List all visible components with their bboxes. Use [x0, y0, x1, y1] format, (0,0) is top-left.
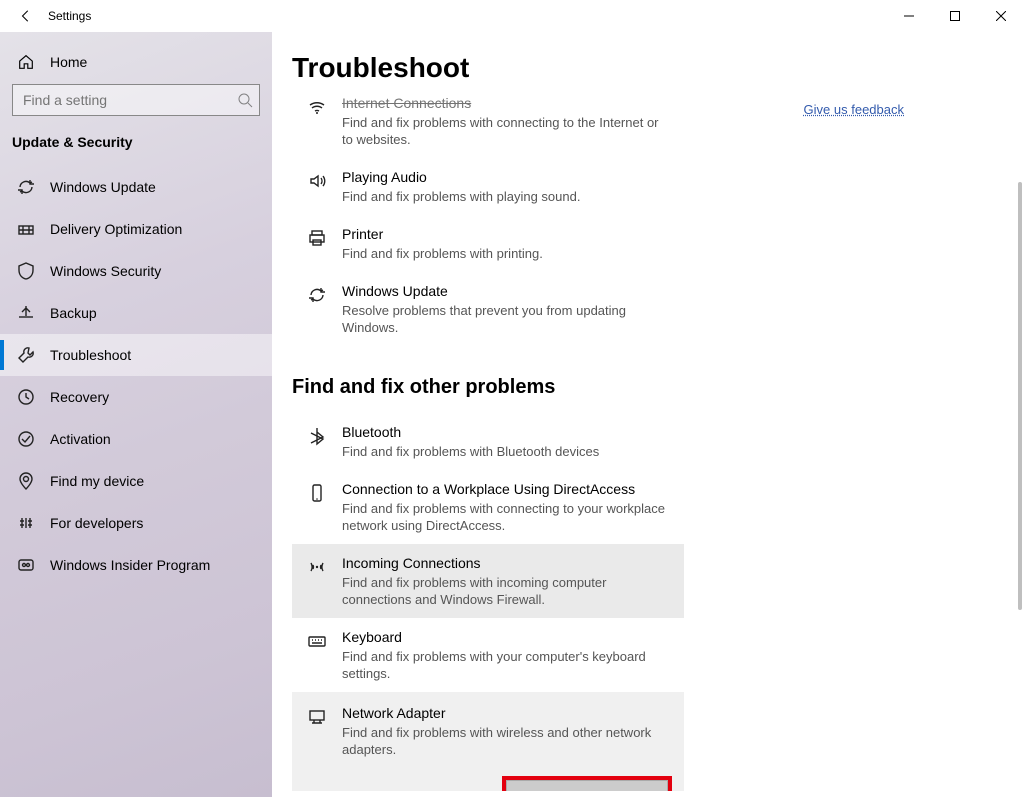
troubleshooter-title: Windows Update [342, 282, 672, 300]
printer-icon [304, 225, 330, 251]
troubleshooter-title: Bluetooth [342, 423, 672, 441]
search-input[interactable] [23, 92, 237, 108]
sidebar-item-for-developers[interactable]: For developers [0, 502, 272, 544]
developers-icon [16, 513, 36, 533]
sidebar-item-label: For developers [50, 515, 143, 531]
troubleshooter-title: Network Adapter [342, 704, 672, 722]
shield-icon [16, 261, 36, 281]
troubleshooter-title: Keyboard [342, 628, 672, 646]
titlebar: Settings [0, 0, 1024, 32]
keyboard-icon [304, 628, 330, 654]
wrench-icon [16, 345, 36, 365]
sidebar-item-label: Activation [50, 431, 111, 447]
troubleshooter-item[interactable]: Bluetooth Find and fix problems with Blue… [292, 413, 684, 470]
delivery-icon [16, 219, 36, 239]
backup-icon [16, 303, 36, 323]
sidebar-item-windows-security[interactable]: Windows Security [0, 250, 272, 292]
other-problems-heading: Find and fix other problems [292, 376, 1004, 399]
close-icon [996, 11, 1006, 21]
content-pane: Troubleshoot Give us feedback Internet C… [272, 32, 1024, 797]
sidebar-item-label: Windows Update [50, 179, 156, 195]
sidebar-item-label: Delivery Optimization [50, 221, 182, 237]
minimize-icon [904, 11, 914, 21]
troubleshooter-desc: Find and fix problems with wireless and … [342, 724, 672, 758]
insider-icon [16, 555, 36, 575]
window-title: Settings [48, 9, 91, 23]
troubleshooter-desc: Find and fix problems with playing sound… [342, 188, 672, 205]
sidebar-item-activation[interactable]: Activation [0, 418, 272, 460]
troubleshooter-title: Connection to a Workplace Using DirectAc… [342, 480, 672, 498]
troubleshooter-item[interactable]: Printer Find and fix problems with printi… [292, 215, 684, 272]
troubleshooter-desc: Find and fix problems with connecting to… [342, 114, 672, 148]
run-troubleshooter-button[interactable]: Run the troubleshooter [506, 780, 668, 791]
troubleshooter-desc: Find and fix problems with connecting to… [342, 500, 672, 534]
sidebar-item-recovery[interactable]: Recovery [0, 376, 272, 418]
troubleshooter-desc: Find and fix problems with your computer… [342, 648, 672, 682]
close-button[interactable] [978, 0, 1024, 32]
arrow-left-icon [19, 9, 33, 23]
home-label: Home [50, 54, 87, 70]
search-icon [237, 92, 253, 108]
phone-icon [304, 480, 330, 506]
location-icon [16, 471, 36, 491]
troubleshooter-desc: Find and fix problems with incoming comp… [342, 574, 672, 608]
troubleshooter-title: Incoming Connections [342, 554, 672, 572]
page-title: Troubleshoot [292, 52, 1024, 84]
sidebar-item-label: Recovery [50, 389, 109, 405]
sidebar-item-delivery-optimization[interactable]: Delivery Optimization [0, 208, 272, 250]
home-icon [16, 52, 36, 72]
sidebar-item-label: Troubleshoot [50, 347, 131, 363]
sidebar-section-title: Update & Security [0, 130, 272, 166]
sidebar-home[interactable]: Home [0, 40, 272, 84]
scrollbar[interactable] [1016, 182, 1022, 793]
maximize-button[interactable] [932, 0, 978, 32]
sidebar-item-label: Backup [50, 305, 97, 321]
troubleshooter-title: Internet Connections [342, 94, 672, 112]
troubleshooter-item[interactable]: Connection to a Workplace Using DirectAc… [292, 470, 684, 544]
sidebar-item-troubleshoot[interactable]: Troubleshoot [0, 334, 272, 376]
troubleshooter-item[interactable]: Keyboard Find and fix problems with your … [292, 618, 684, 692]
search-box[interactable] [12, 84, 260, 116]
troubleshooter-item-selected[interactable]: Network Adapter Find and fix problems wit… [292, 692, 684, 791]
troubleshooter-item[interactable]: Windows Update Resolve problems that prev… [292, 272, 684, 346]
content-scroll[interactable]: Internet Connections Find and fix problem… [292, 94, 1024, 791]
troubleshooter-item[interactable]: Internet Connections Find and fix problem… [292, 94, 684, 158]
sync-icon [16, 177, 36, 197]
network-adapter-icon [304, 704, 330, 730]
troubleshooter-desc: Find and fix problems with printing. [342, 245, 672, 262]
check-circle-icon [16, 429, 36, 449]
troubleshooter-item[interactable]: Playing Audio Find and fix problems with … [292, 158, 684, 215]
sidebar: Home Update & Security Windows Update Del… [0, 32, 272, 797]
sidebar-item-label: Find my device [50, 473, 144, 489]
sidebar-item-windows-insider-program[interactable]: Windows Insider Program [0, 544, 272, 586]
troubleshooter-desc: Find and fix problems with Bluetooth dev… [342, 443, 672, 460]
wifi-icon [304, 94, 330, 120]
sidebar-item-windows-update[interactable]: Windows Update [0, 166, 272, 208]
recovery-icon [16, 387, 36, 407]
maximize-icon [950, 11, 960, 21]
speaker-icon [304, 168, 330, 194]
troubleshooter-item[interactable]: Incoming Connections Find and fix problem… [292, 544, 684, 618]
sync-icon [304, 282, 330, 308]
sidebar-item-backup[interactable]: Backup [0, 292, 272, 334]
troubleshooter-title: Printer [342, 225, 672, 243]
scrollbar-thumb[interactable] [1018, 182, 1022, 610]
sidebar-item-label: Windows Security [50, 263, 161, 279]
antenna-icon [304, 554, 330, 580]
back-button[interactable] [8, 0, 44, 32]
feedback-link[interactable]: Give us feedback [804, 102, 904, 117]
troubleshooter-desc: Resolve problems that prevent you from u… [342, 302, 672, 336]
window-controls [886, 0, 1024, 32]
sidebar-item-label: Windows Insider Program [50, 557, 210, 573]
sidebar-item-find-my-device[interactable]: Find my device [0, 460, 272, 502]
bluetooth-icon [304, 423, 330, 449]
minimize-button[interactable] [886, 0, 932, 32]
troubleshooter-title: Playing Audio [342, 168, 672, 186]
